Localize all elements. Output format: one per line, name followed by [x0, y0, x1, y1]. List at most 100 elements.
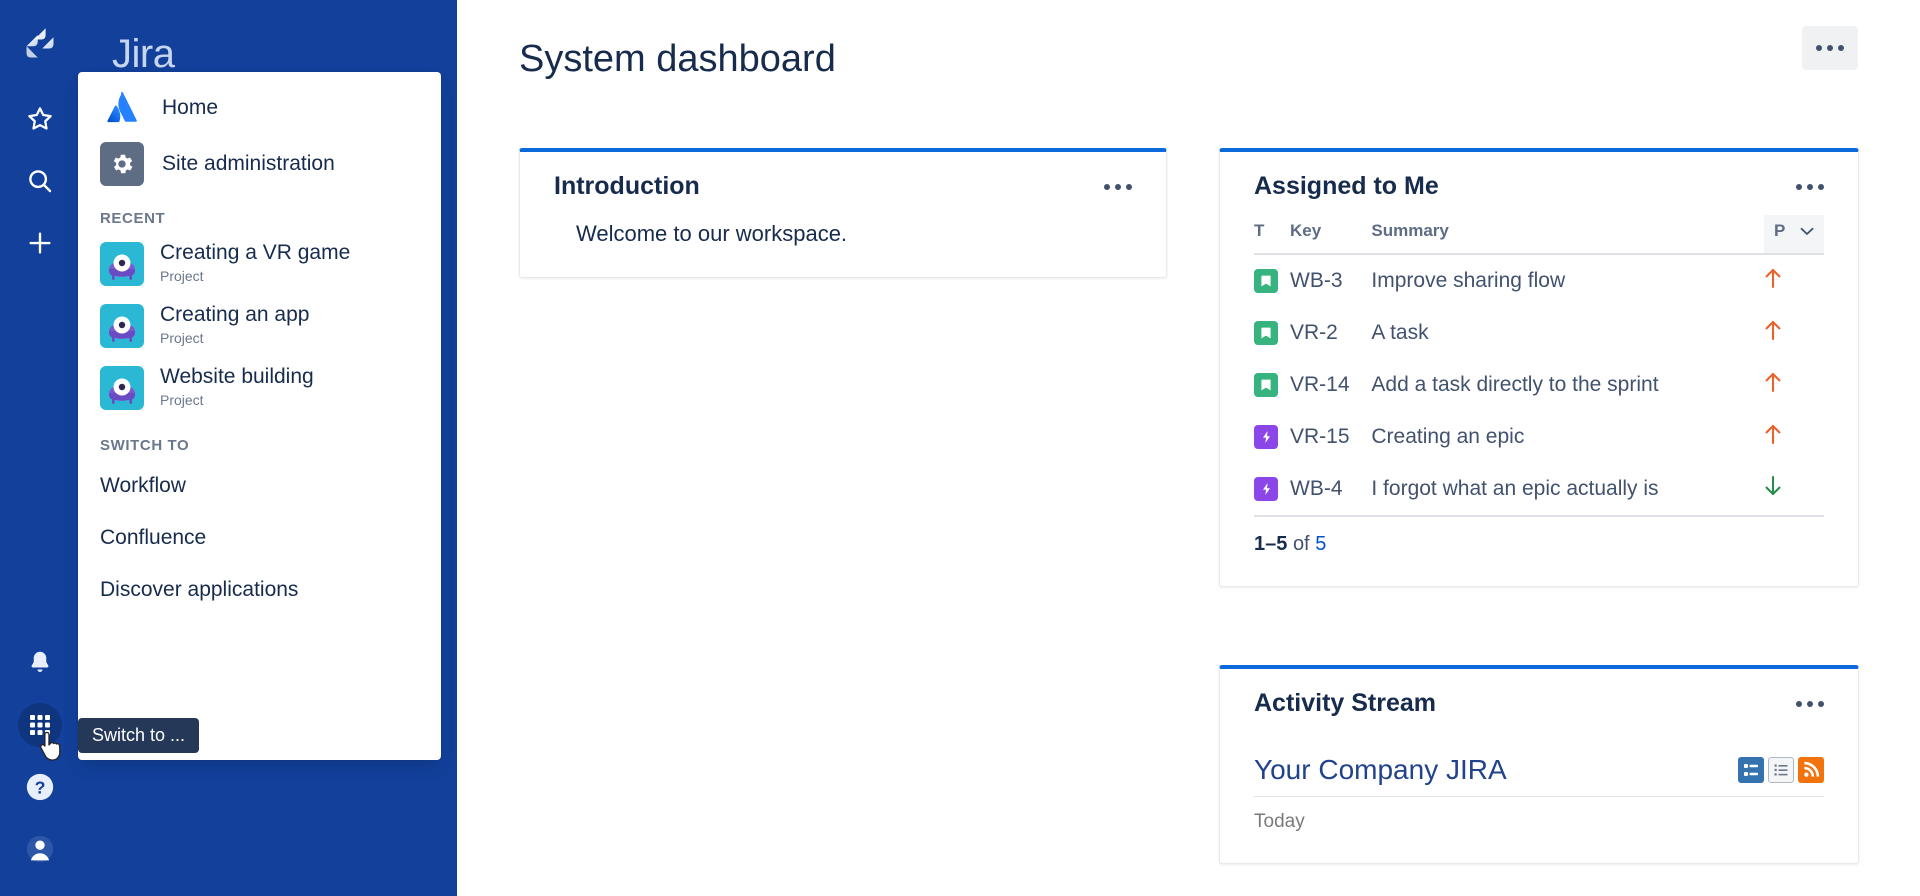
issue-summary[interactable]: Improve sharing flow — [1371, 254, 1764, 307]
menu-section-recent: RECENT — [100, 210, 166, 227]
create-icon[interactable] — [0, 212, 80, 274]
pager-total-link[interactable]: 5 — [1315, 533, 1326, 555]
introduction-text: Welcome to our workspace. — [576, 221, 848, 246]
table-header-row: T Key Summary P — [1254, 215, 1824, 255]
table-row[interactable]: WB-4 I forgot what an epic actually is — [1254, 463, 1824, 515]
jira-logo-icon[interactable] — [0, 0, 80, 88]
table-row[interactable]: VR-15 Creating an epic — [1254, 411, 1824, 463]
menu-item-site-administration[interactable]: Site administration — [78, 136, 441, 192]
issue-summary[interactable]: Creating an epic — [1371, 411, 1764, 463]
menu-item-home[interactable]: Home — [78, 80, 441, 136]
list-item-title: Creating a VR game — [160, 241, 351, 265]
rail-top-group — [0, 0, 80, 274]
starred-icon[interactable] — [0, 88, 80, 150]
list-view-icon[interactable] — [1768, 757, 1794, 783]
list-item-title: Creating an app — [160, 303, 310, 327]
column-header-priority[interactable]: P — [1764, 215, 1824, 255]
activity-stream-view-toolbar — [1738, 757, 1824, 783]
gadget-activity-stream-header: Activity Stream — [1220, 669, 1858, 732]
activity-stream-source-header: Your Company JIRA — [1254, 754, 1824, 797]
issue-summary[interactable]: Add a task directly to the sprint — [1371, 359, 1764, 411]
dashboard-more-actions-button[interactable] — [1802, 26, 1858, 70]
issue-type-cell — [1254, 463, 1290, 515]
assigned-issues-tbody: WB-3 Improve sharing flow VR-2 A task VR… — [1254, 254, 1824, 515]
profile-avatar-icon[interactable] — [0, 818, 80, 880]
issue-summary[interactable]: A task — [1371, 307, 1764, 359]
gadget-assigned-to-me: Assigned to Me T Key Summary P WB-3 Impr… — [1219, 148, 1859, 587]
priority-high-icon — [1764, 372, 1782, 398]
chevron-down-icon — [1800, 221, 1814, 241]
dashboard-main: System dashboard Introduction Welcome to… — [457, 0, 1920, 896]
issue-key[interactable]: VR-15 — [1290, 411, 1371, 463]
issue-priority-cell — [1764, 411, 1824, 463]
column-header-summary[interactable]: Summary — [1371, 215, 1764, 255]
epic-type-icon — [1254, 424, 1278, 449]
jira-dashboard-page: ? Jira Home Site administration RECENT C… — [0, 0, 1920, 896]
list-item-subtitle: Project — [160, 329, 204, 346]
menu-item-discover-applications[interactable]: Discover applications — [78, 564, 441, 616]
project-text: Creating an app Project — [160, 303, 309, 349]
rss-feed-icon[interactable] — [1798, 757, 1824, 783]
list-item[interactable]: Creating an app Project — [78, 295, 441, 357]
gadget-assigned-to-me-title: Assigned to Me — [1254, 172, 1439, 200]
table-row[interactable]: VR-2 A task — [1254, 307, 1824, 359]
priority-high-icon — [1764, 424, 1782, 450]
menu-item-discover-applications-label: Discover applications — [100, 578, 299, 601]
issue-priority-cell — [1764, 359, 1824, 411]
notifications-icon[interactable] — [0, 632, 80, 694]
table-row[interactable]: VR-14 Add a task directly to the sprint — [1254, 359, 1824, 411]
issue-type-cell — [1254, 411, 1290, 463]
story-type-icon — [1254, 372, 1278, 397]
gadget-introduction-title: Introduction — [554, 172, 700, 200]
issue-key[interactable]: VR-14 — [1290, 359, 1371, 411]
priority-high-icon — [1764, 268, 1782, 294]
gadget-introduction-menu-icon[interactable] — [1104, 183, 1132, 190]
gadget-column-right: Assigned to Me T Key Summary P WB-3 Impr… — [1219, 148, 1859, 864]
pager-of: of — [1292, 533, 1310, 555]
issue-type-cell — [1254, 359, 1290, 411]
project-avatar-icon — [100, 242, 144, 286]
issue-type-cell — [1254, 254, 1290, 307]
gadget-columns: Introduction Welcome to our workspace. A… — [519, 148, 1859, 864]
list-item[interactable]: Website building Project — [78, 357, 441, 419]
column-header-type[interactable]: T — [1254, 215, 1290, 255]
gadget-introduction-header: Introduction — [520, 152, 1166, 215]
list-item-title: Website building — [160, 365, 314, 389]
assigned-issues-pager: 1–5 of 5 — [1254, 515, 1824, 556]
priority-high-icon — [1764, 320, 1782, 346]
menu-section-switch-to: SWITCH TO — [100, 437, 190, 454]
issue-key[interactable]: VR-2 — [1290, 307, 1371, 359]
sidebar-product-title: Jira — [112, 32, 175, 76]
menu-item-workflow-label: Workflow — [100, 474, 186, 497]
menu-item-home-label: Home — [162, 96, 219, 119]
project-avatar-icon — [100, 304, 144, 348]
priority-low-icon — [1764, 475, 1782, 502]
gear-icon — [100, 142, 144, 186]
column-header-key[interactable]: Key — [1290, 215, 1372, 255]
issue-type-cell — [1254, 307, 1290, 359]
summary-view-icon[interactable] — [1738, 757, 1764, 783]
menu-item-confluence[interactable]: Confluence — [78, 512, 441, 564]
table-row[interactable]: WB-3 Improve sharing flow — [1254, 254, 1824, 307]
menu-item-workflow[interactable]: Workflow — [78, 460, 441, 512]
issue-key[interactable]: WB-3 — [1290, 254, 1371, 307]
gadget-activity-stream-menu-icon[interactable] — [1796, 700, 1824, 707]
list-item-subtitle: Project — [160, 391, 204, 408]
project-avatar-icon — [100, 366, 144, 410]
assigned-issues-thead: T Key Summary P — [1254, 215, 1824, 255]
mouse-cursor — [38, 730, 68, 769]
project-text: Website building Project — [160, 365, 314, 411]
search-icon[interactable] — [0, 150, 80, 212]
gadget-activity-stream: Activity Stream Your Company JIRA Today — [1219, 665, 1859, 864]
story-type-icon — [1254, 320, 1278, 345]
gadget-assigned-to-me-header: Assigned to Me — [1220, 152, 1858, 215]
list-item[interactable]: Creating a VR game Project — [78, 233, 441, 295]
issue-key[interactable]: WB-4 — [1290, 463, 1371, 515]
pager-range: 1–5 — [1254, 533, 1288, 555]
issue-summary[interactable]: I forgot what an epic actually is — [1371, 463, 1764, 515]
menu-item-confluence-label: Confluence — [100, 526, 207, 549]
activity-stream-source: Your Company JIRA — [1254, 754, 1507, 785]
gadget-assigned-to-me-menu-icon[interactable] — [1796, 183, 1824, 190]
gadget-activity-stream-title: Activity Stream — [1254, 689, 1437, 717]
more-dots-icon — [1816, 45, 1844, 51]
